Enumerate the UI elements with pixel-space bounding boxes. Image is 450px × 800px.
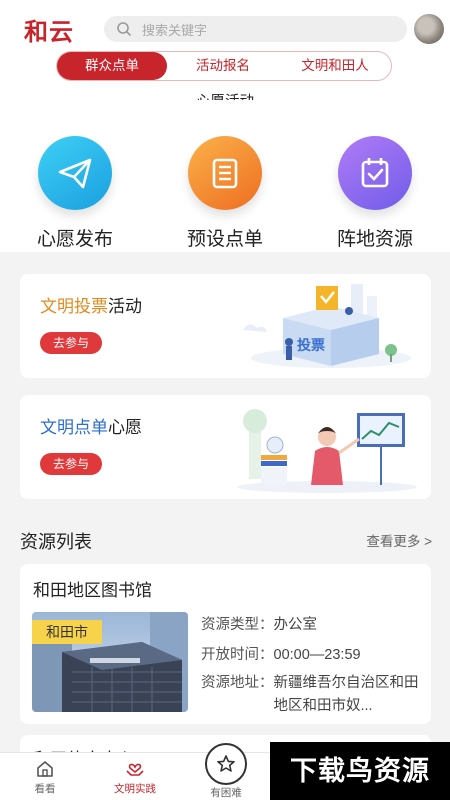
resource-name: 和田地区图书馆 (33, 581, 152, 600)
wish-card-title: 文明点单心愿 (40, 418, 142, 437)
wish-join-button[interactable]: 去参与 (40, 453, 102, 475)
wish-publish-button[interactable]: 心愿发布 (20, 136, 130, 251)
heart-hands-icon (126, 763, 144, 776)
star-badge-icon (205, 743, 247, 785)
hours-value: 00:00—23:59 (273, 647, 361, 663)
search-icon (117, 22, 131, 36)
watermark: 下载鸟资源 (270, 742, 450, 800)
venue-resources-label: 阵地资源 (336, 229, 413, 250)
vote-activity-card[interactable]: 文明投票活动 去参与 投票 (20, 274, 431, 378)
search-placeholder: 搜索关键字 (142, 22, 208, 38)
address-label: 资源地址： (201, 675, 274, 691)
avatar[interactable] (414, 14, 444, 44)
tab-civilization-practice[interactable]: 文明实践 (100, 759, 170, 796)
preset-order-label: 预设点单 (186, 229, 263, 250)
tab-activity-signup[interactable]: 活动报名 (167, 52, 279, 80)
app-logo: 和云 (24, 17, 74, 46)
preset-order-button[interactable]: 预设点单 (170, 136, 280, 251)
ballot-text: 投票 (297, 338, 325, 354)
address-value: 新疆维吾尔自治区和田地区和田市奴... (273, 675, 419, 714)
list-document-icon (188, 136, 262, 210)
venue-resources-button[interactable]: 阵地资源 (320, 136, 430, 251)
tab-civilized-people[interactable]: 文明和田人 (279, 52, 391, 80)
tab-group-order[interactable]: 群众点单 (57, 52, 167, 80)
tab-help[interactable]: 有困难 (203, 743, 249, 800)
wish-order-card[interactable]: 文明点单心愿 去参与 (20, 395, 431, 499)
category-tabs: 群众点单 活动报名 文明和田人 (56, 51, 392, 81)
resource-details: 资源类型： 办公室 开放时间： 00:00—23:59 资源地址： 新疆维吾尔自治区和… (201, 610, 423, 718)
type-label: 资源类型： (201, 617, 274, 633)
hours-label: 开放时间： (201, 647, 274, 663)
tab-look[interactable]: 看看 (10, 759, 80, 796)
resources-section-header: 资源列表 查看更多 > (0, 516, 450, 564)
home-icon (37, 761, 53, 777)
vote-join-button[interactable]: 去参与 (40, 332, 102, 354)
search-input[interactable]: 搜索关键字 (104, 16, 407, 42)
teacher-illustration (237, 409, 417, 493)
ballot-box-illustration: 投票 (243, 284, 411, 368)
city-tag: 和田市 (32, 620, 102, 644)
calendar-check-icon (338, 136, 412, 210)
see-more-link[interactable]: 查看更多 > (366, 530, 432, 550)
vote-card-title: 文明投票活动 (40, 297, 142, 316)
resource-photo: 和田市 (32, 612, 188, 712)
paper-plane-icon (38, 136, 112, 210)
top-header: 和云 搜索关键字 群众点单 活动报名 文明和田人 (0, 0, 450, 100)
quick-actions: 心愿发布 预设点单 阵地资源 (0, 100, 450, 252)
wish-publish-label: 心愿发布 (36, 229, 113, 250)
resource-card[interactable]: 和田地区图书馆 和田市 资源类型： 办公室 开放时间： 00:00—23:59 资源… (20, 564, 431, 724)
type-value: 办公室 (273, 617, 318, 633)
resources-title: 资源列表 (20, 532, 92, 552)
